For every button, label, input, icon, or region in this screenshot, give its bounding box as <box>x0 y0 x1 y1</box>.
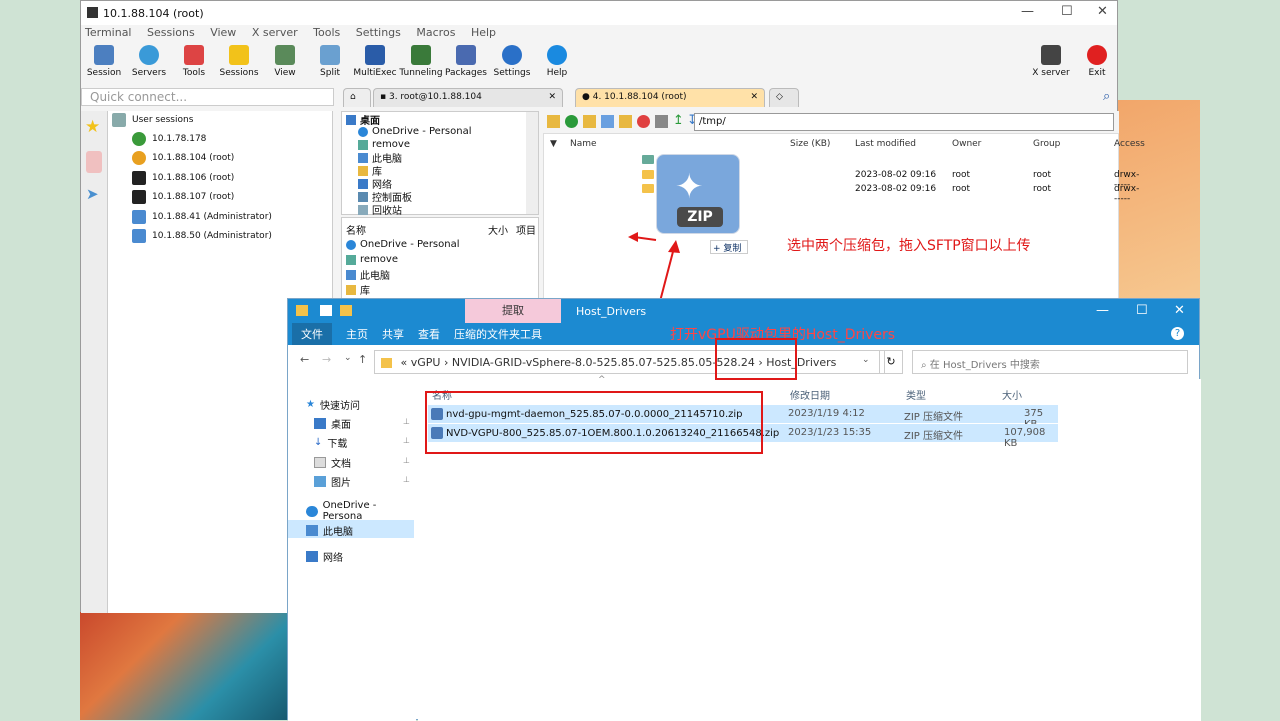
highlight-host-drivers <box>715 338 797 380</box>
left-arrow-head <box>628 232 638 242</box>
tab-compressed-tools[interactable]: 压缩的文件夹工具 <box>454 326 542 342</box>
close-icon[interactable]: ✕ <box>1174 303 1185 318</box>
minimize-icon[interactable]: — <box>1096 303 1109 318</box>
nav-onedrive[interactable]: OneDrive - Persona <box>306 500 416 522</box>
breadcrumb-nvidia-grid[interactable]: NVIDIA-GRID-vSphere-8.0-525.85.07-525.85… <box>452 356 755 369</box>
folder-icon[interactable] <box>340 305 352 316</box>
pin-icon[interactable]: ⊥ <box>403 475 410 484</box>
navigation-pane: ★ 快速访问 桌面 ↓ 下载 文档 图片 ⊥ ⊥ ⊥ ⊥ OneDrive - Pe… <box>288 379 416 721</box>
computer-icon <box>306 525 318 536</box>
address-input[interactable]: « vGPU › NVIDIA-GRID-vSphere-8.0-525.85.… <box>374 350 885 374</box>
back-icon[interactable]: ← <box>300 353 309 366</box>
forward-icon[interactable]: → <box>322 353 331 366</box>
refresh-icon: ↻ <box>886 355 896 368</box>
nav-item-desktop[interactable]: 桌面 <box>314 416 351 431</box>
tab-share[interactable]: 共享 <box>382 326 404 342</box>
tab-file[interactable]: 文件 <box>292 323 332 345</box>
star-icon: ★ <box>306 399 315 410</box>
pin-icon[interactable]: ⊥ <box>403 436 410 445</box>
column-date[interactable]: 修改日期 <box>790 387 830 402</box>
recent-icon[interactable]: ⌄ <box>344 353 352 363</box>
up-icon[interactable]: ↑ <box>358 353 367 366</box>
desktop-icon <box>314 418 326 429</box>
network-icon <box>306 551 318 562</box>
download-icon: ↓ <box>314 437 323 448</box>
nav-item-downloads[interactable]: ↓ 下载 <box>314 435 347 450</box>
column-size[interactable]: 大小 <box>1002 387 1022 402</box>
search-input[interactable]: ⌕ 在 Host_Drivers 中搜索 <box>912 350 1188 374</box>
nav-this-pc[interactable]: 此电脑 <box>306 523 353 538</box>
nav-item-pictures[interactable]: 图片 <box>314 474 351 489</box>
folder-icon <box>296 305 308 316</box>
maximize-icon[interactable]: ☐ <box>1136 303 1148 318</box>
check-icon[interactable] <box>320 305 332 316</box>
highlight-zip-files <box>425 391 763 454</box>
explorer-title: Host_Drivers <box>576 305 647 318</box>
breadcrumb-vgpu[interactable]: vGPU <box>411 356 441 369</box>
sort-up-icon: ^ <box>598 375 606 385</box>
drag-note: 选中两个压缩包，拖入SFTP窗口以上传 <box>787 238 1031 254</box>
nav-network[interactable]: 网络 <box>306 549 343 564</box>
pin-icon[interactable]: ⊥ <box>403 417 410 426</box>
folder-icon <box>381 358 392 368</box>
drag-arrow-head <box>668 240 680 253</box>
help-icon[interactable]: ? <box>1171 327 1184 340</box>
document-icon <box>314 457 326 468</box>
search-icon: ⌕ <box>921 360 930 371</box>
picture-icon <box>314 476 326 487</box>
tab-view[interactable]: 查看 <box>418 326 440 342</box>
tab-extract[interactable]: 提取 <box>465 299 561 323</box>
tab-home[interactable]: 主页 <box>346 326 368 342</box>
explorer-titlebar: 提取 Host_Drivers — ☐ ✕ <box>288 299 1199 323</box>
refresh-button[interactable]: ↻ <box>879 350 903 374</box>
pin-icon[interactable]: ⊥ <box>403 456 410 465</box>
column-type[interactable]: 类型 <box>906 387 926 402</box>
chevron-down-icon[interactable]: ⌄ <box>862 355 870 365</box>
cloud-icon <box>306 505 318 517</box>
nav-quick-access[interactable]: ★ 快速访问 <box>306 397 360 412</box>
nav-item-documents[interactable]: 文档 <box>314 455 351 470</box>
